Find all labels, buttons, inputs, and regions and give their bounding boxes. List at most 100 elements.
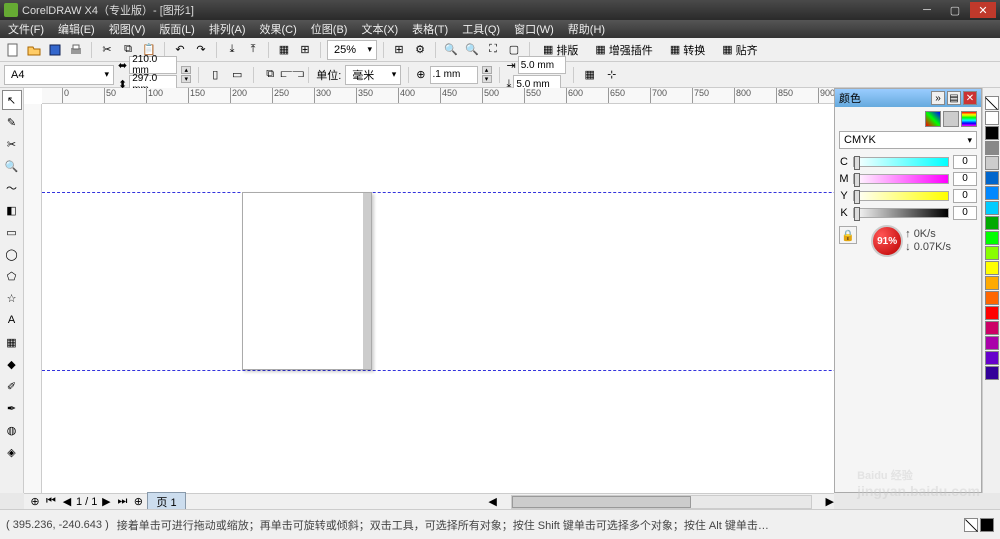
color-swatch[interactable] bbox=[985, 111, 999, 125]
interactive-tool[interactable]: ◆ bbox=[2, 354, 22, 374]
channel-slider[interactable] bbox=[853, 174, 949, 184]
basic-shapes-tool[interactable]: ☆ bbox=[2, 288, 22, 308]
channel-slider[interactable] bbox=[853, 208, 949, 218]
nudge-field[interactable]: .1 mm bbox=[430, 66, 478, 84]
color-swatch[interactable] bbox=[985, 231, 999, 245]
table-tool[interactable]: ▦ bbox=[2, 332, 22, 352]
channel-slider[interactable] bbox=[853, 157, 949, 167]
color-swatch[interactable] bbox=[985, 321, 999, 335]
zoom-out-icon[interactable]: 🔍 bbox=[463, 41, 481, 59]
color-swatch[interactable] bbox=[985, 171, 999, 185]
portrait-button[interactable]: ▯ bbox=[206, 66, 224, 84]
ellipse-tool[interactable]: ◯ bbox=[2, 244, 22, 264]
toolbar-text-button[interactable]: ▦转换 bbox=[663, 41, 712, 59]
first-page-button[interactable]: ⏮ bbox=[44, 495, 58, 509]
export-button[interactable]: ⤒ bbox=[244, 41, 262, 59]
color-swatch[interactable] bbox=[985, 336, 999, 350]
color-palette-button[interactable] bbox=[961, 111, 977, 127]
rectangle-tool[interactable]: ▭ bbox=[2, 222, 22, 242]
scroll-left-button[interactable]: ◀ bbox=[488, 495, 496, 508]
menu-item[interactable]: 表格(T) bbox=[408, 20, 452, 38]
menu-item[interactable]: 帮助(H) bbox=[564, 20, 609, 38]
zoom-fit-icon[interactable]: ⛶ bbox=[484, 41, 502, 59]
channel-slider[interactable] bbox=[853, 191, 949, 201]
prev-page-button[interactable]: ◀ bbox=[60, 495, 74, 509]
menu-item[interactable]: 工具(Q) bbox=[458, 20, 504, 38]
facing-pages-button[interactable]: ⫍⫎ bbox=[283, 66, 301, 84]
menu-item[interactable]: 位图(B) bbox=[307, 20, 352, 38]
scroll-right-button[interactable]: ▶ bbox=[826, 495, 834, 508]
freehand-tool[interactable]: 〜 bbox=[2, 178, 22, 198]
color-swatch[interactable] bbox=[985, 261, 999, 275]
spin-up[interactable]: ▴ bbox=[181, 66, 191, 74]
color-swatch[interactable] bbox=[985, 156, 999, 170]
color-swatch[interactable] bbox=[985, 306, 999, 320]
paper-size-combo[interactable]: A4▾ bbox=[4, 65, 114, 85]
text-tool[interactable]: A bbox=[2, 310, 22, 330]
welcome-button[interactable]: ⊞ bbox=[296, 41, 314, 59]
menu-item[interactable]: 效果(C) bbox=[256, 20, 301, 38]
channel-value[interactable]: 0 bbox=[953, 172, 977, 186]
unit-combo[interactable]: 毫米▾ bbox=[345, 65, 401, 85]
toolbar-text-button[interactable]: ▦贴齐 bbox=[715, 41, 764, 59]
dynamic-guides-button[interactable]: ⊹ bbox=[603, 66, 621, 84]
spin-down[interactable]: ▾ bbox=[181, 75, 191, 83]
menu-item[interactable]: 编辑(E) bbox=[54, 20, 99, 38]
close-button[interactable]: ✕ bbox=[970, 2, 996, 18]
docker-expand-button[interactable]: » bbox=[931, 91, 945, 105]
polygon-tool[interactable]: ⬠ bbox=[2, 266, 22, 286]
docker-menu-button[interactable]: ▤ bbox=[947, 91, 961, 105]
menu-item[interactable]: 窗口(W) bbox=[510, 20, 558, 38]
toolbar-text-button[interactable]: ▦增强插件 bbox=[588, 41, 659, 59]
ruler-vertical[interactable] bbox=[24, 104, 42, 493]
fill-tool[interactable]: ◍ bbox=[2, 420, 22, 440]
snap-button[interactable]: ⊞ bbox=[390, 41, 408, 59]
save-button[interactable] bbox=[46, 41, 64, 59]
outline-indicator[interactable] bbox=[980, 518, 994, 532]
landscape-button[interactable]: ▭ bbox=[228, 66, 246, 84]
docker-close-button[interactable]: ✕ bbox=[963, 91, 977, 105]
crop-tool[interactable]: ✂ bbox=[2, 134, 22, 154]
interactive-fill-tool[interactable]: ◈ bbox=[2, 442, 22, 462]
color-swatch[interactable] bbox=[985, 126, 999, 140]
add-page-button[interactable]: ⊕ bbox=[28, 495, 42, 509]
color-swatch[interactable] bbox=[985, 216, 999, 230]
new-button[interactable] bbox=[4, 41, 22, 59]
zoom-combo[interactable]: 25%▾ bbox=[327, 40, 377, 60]
zoom-in-icon[interactable]: 🔍 bbox=[442, 41, 460, 59]
import-button[interactable]: ⤓ bbox=[223, 41, 241, 59]
dup-x-field[interactable]: 5.0 mm bbox=[518, 56, 566, 74]
shape-tool[interactable]: ✎ bbox=[2, 112, 22, 132]
color-swatch[interactable] bbox=[985, 291, 999, 305]
color-swatch[interactable] bbox=[985, 351, 999, 365]
menu-item[interactable]: 视图(V) bbox=[105, 20, 150, 38]
cut-button[interactable]: ✂ bbox=[98, 41, 116, 59]
menu-item[interactable]: 版面(L) bbox=[155, 20, 198, 38]
no-fill-indicator[interactable] bbox=[964, 518, 978, 532]
channel-value[interactable]: 0 bbox=[953, 189, 977, 203]
eyedropper-tool[interactable]: ✐ bbox=[2, 376, 22, 396]
outline-tool[interactable]: ✒ bbox=[2, 398, 22, 418]
scrollbar-horizontal[interactable] bbox=[511, 495, 812, 509]
open-button[interactable] bbox=[25, 41, 43, 59]
page-width-field[interactable]: 210.0 mm bbox=[129, 56, 177, 74]
last-page-button[interactable]: ⏭ bbox=[115, 495, 129, 509]
options-button[interactable]: ⚙ bbox=[411, 41, 429, 59]
add-page-after-button[interactable]: ⊕ bbox=[131, 495, 145, 509]
color-viewer-button[interactable] bbox=[925, 111, 941, 127]
print-button[interactable] bbox=[67, 41, 85, 59]
menu-item[interactable]: 文本(X) bbox=[357, 20, 402, 38]
color-model-combo[interactable]: CMYK▾ bbox=[839, 131, 977, 149]
color-swatch[interactable] bbox=[985, 201, 999, 215]
redo-button[interactable]: ↷ bbox=[192, 41, 210, 59]
menu-item[interactable]: 文件(F) bbox=[4, 20, 48, 38]
color-swatch[interactable] bbox=[985, 186, 999, 200]
menu-item[interactable]: 排列(A) bbox=[205, 20, 250, 38]
channel-value[interactable]: 0 bbox=[953, 206, 977, 220]
channel-value[interactable]: 0 bbox=[953, 155, 977, 169]
zoom-tool[interactable]: 🔍 bbox=[2, 156, 22, 176]
app-launcher-button[interactable]: ▦ bbox=[275, 41, 293, 59]
next-page-button[interactable]: ▶ bbox=[99, 495, 113, 509]
maximize-button[interactable]: ▢ bbox=[942, 2, 968, 18]
color-swatch[interactable] bbox=[985, 246, 999, 260]
